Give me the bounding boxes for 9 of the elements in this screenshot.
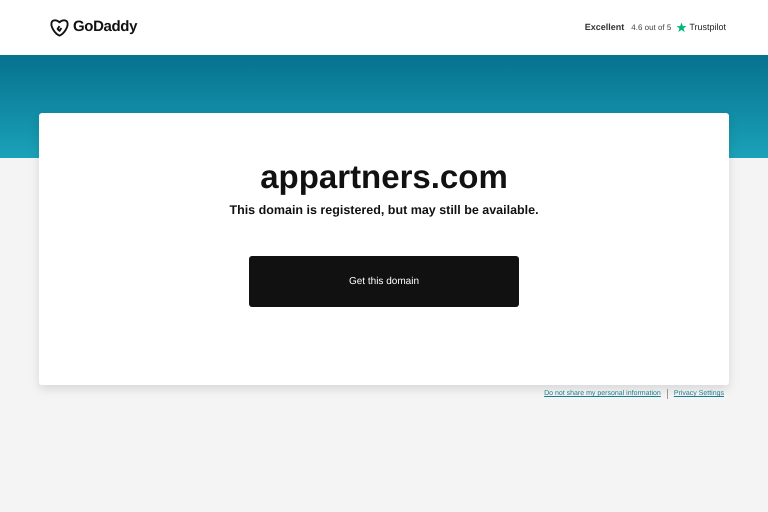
domain-message: This domain is registered, but may still be available. xyxy=(229,202,539,219)
domain-name: appartners.com xyxy=(260,157,508,197)
get-domain-button[interactable]: Get this domain xyxy=(249,256,519,307)
rating-label: Excellent xyxy=(584,20,624,34)
rating-score: 4.6 out of 5 xyxy=(631,22,672,34)
star-icon xyxy=(676,22,688,33)
logo-icon xyxy=(50,18,69,36)
trustpilot-text: Trustpilot xyxy=(689,20,726,34)
logo-text[interactable]: GoDaddy xyxy=(73,16,138,39)
